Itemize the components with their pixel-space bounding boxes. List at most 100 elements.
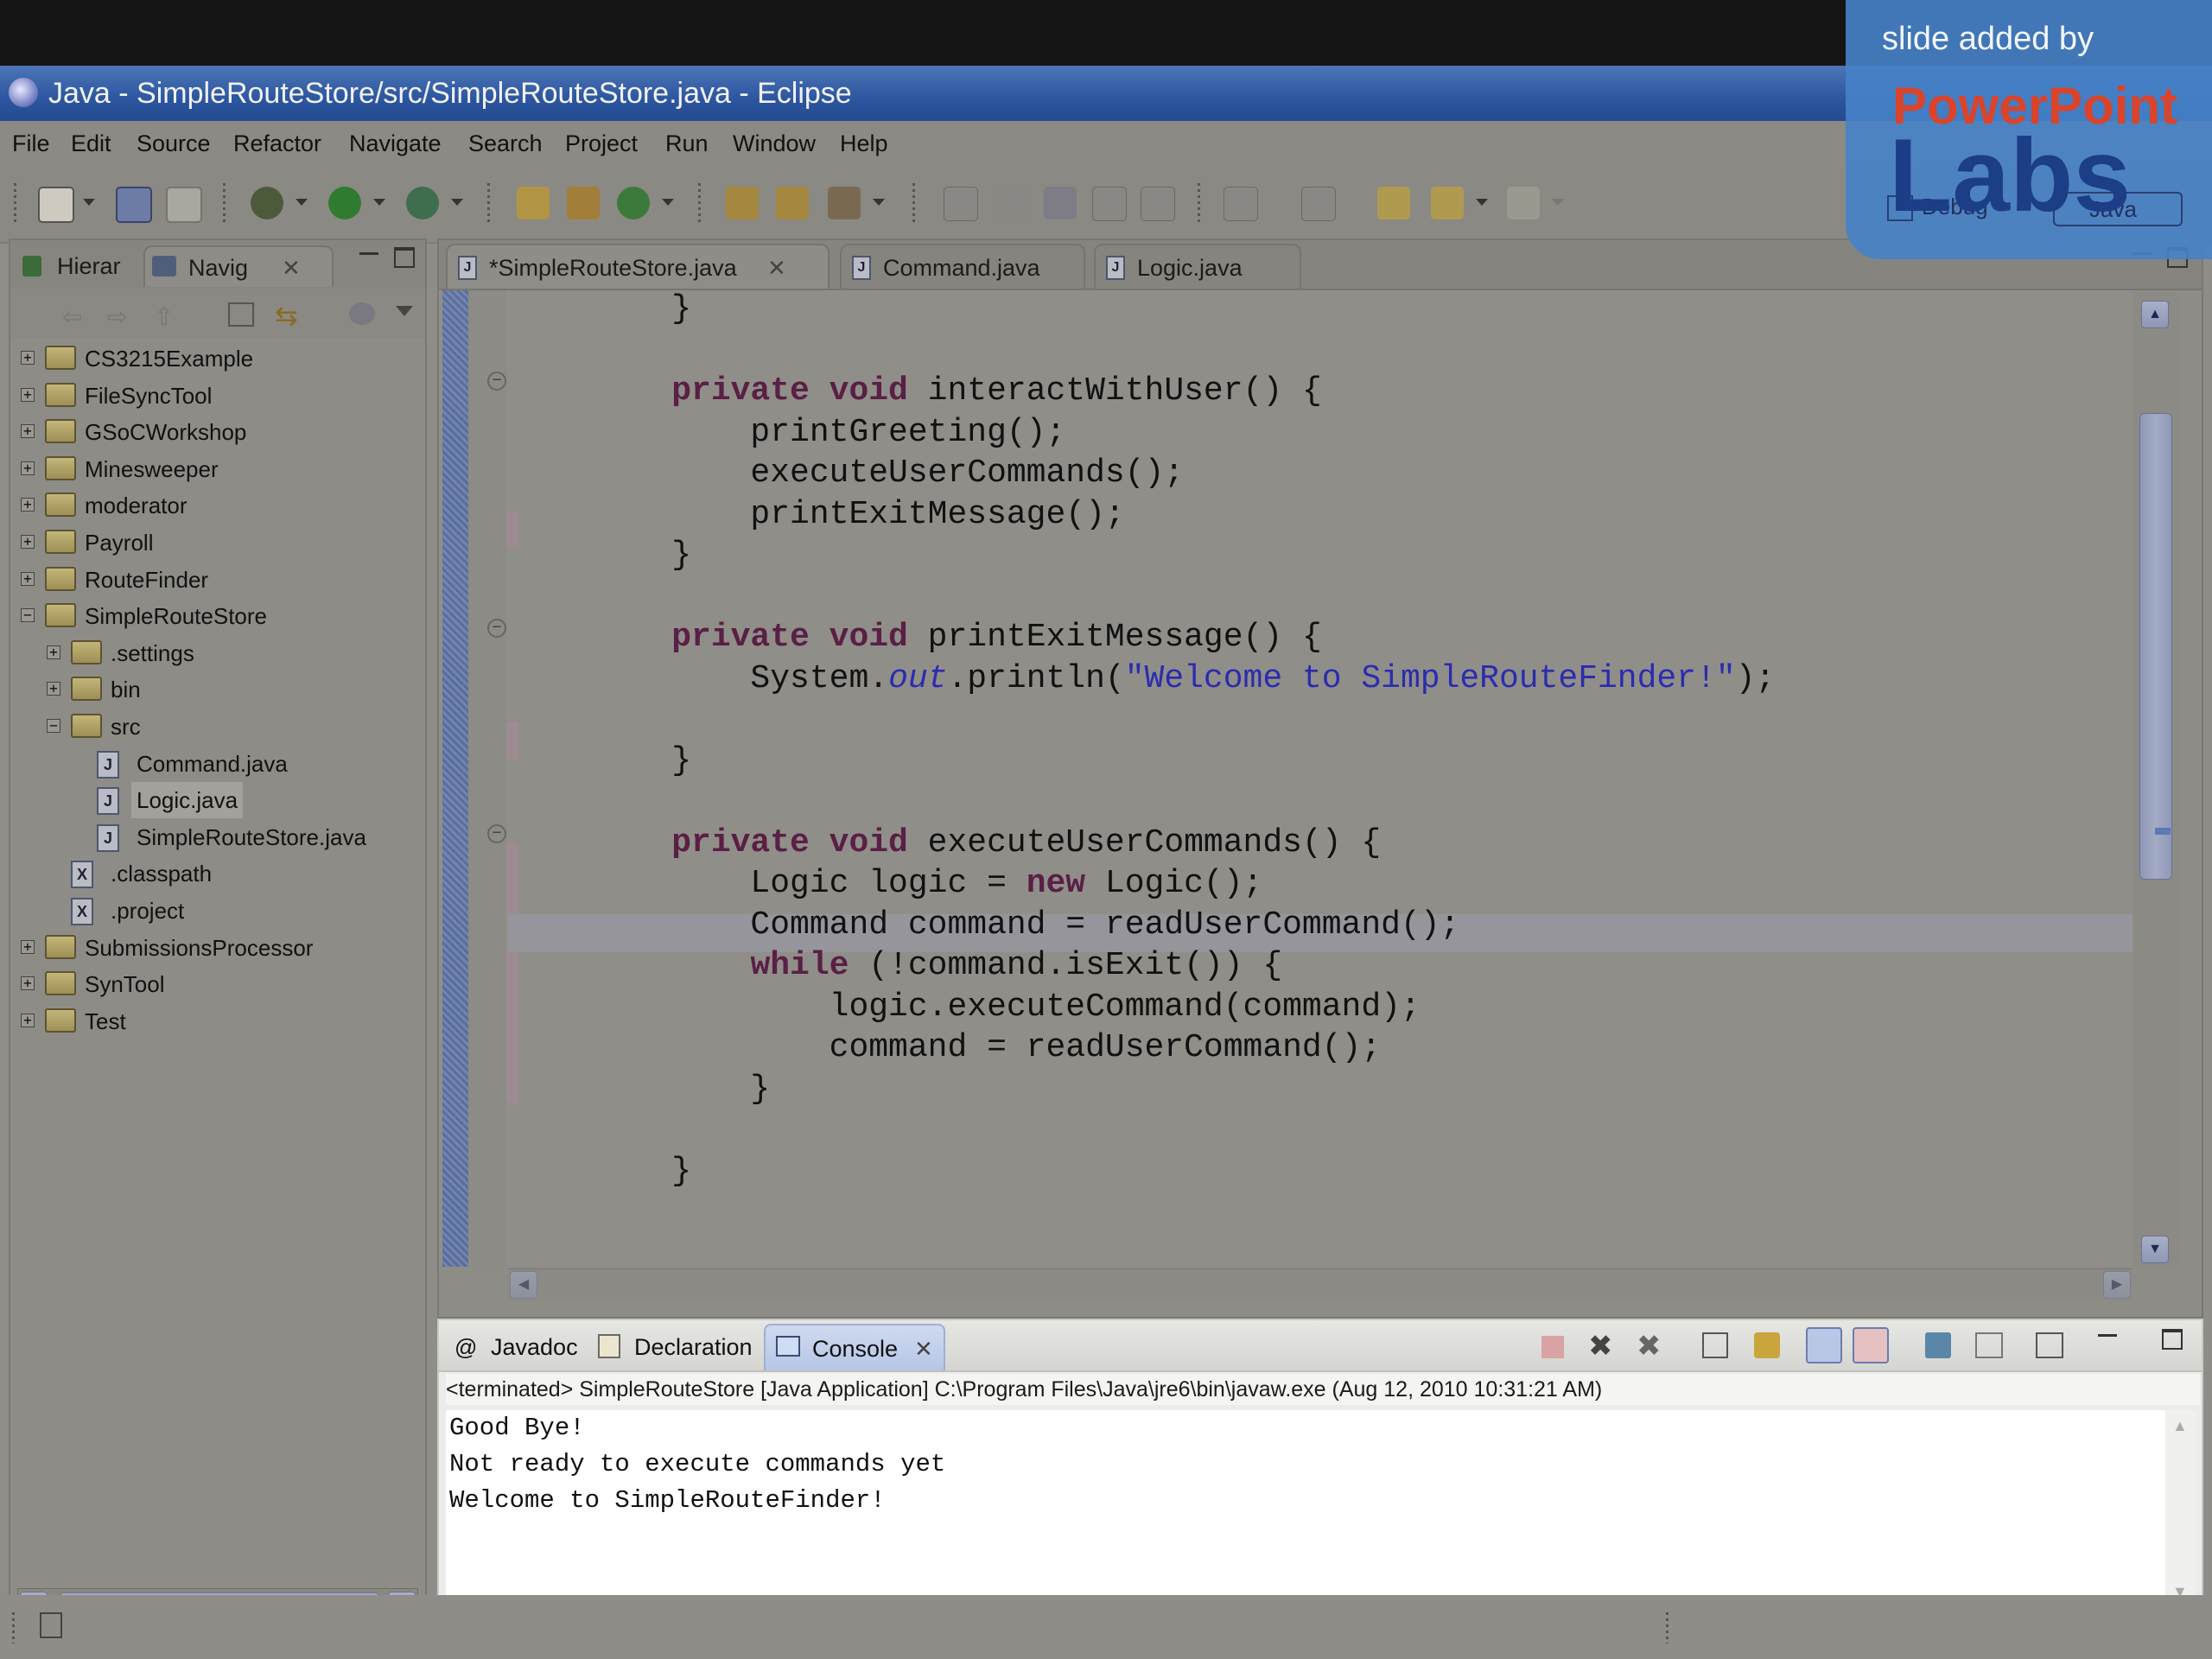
remove-all-terminated-icon[interactable]: ✖ (1637, 1329, 1662, 1363)
console-vertical-scrollbar[interactable]: ▲ ▼ (2165, 1410, 2196, 1609)
forward-icon[interactable]: ⇨ (107, 302, 127, 331)
scroll-up-icon[interactable]: ▲ (2172, 1417, 2188, 1435)
menu-navigate[interactable]: Navigate (349, 128, 442, 159)
debug-icon[interactable] (251, 187, 283, 219)
expand-icon[interactable]: + (21, 461, 35, 475)
tree-item[interactable]: J SimpleRouteStore.java (73, 819, 416, 855)
show-on-error-icon[interactable] (1853, 1327, 1889, 1363)
next-annotation-icon[interactable] (1224, 187, 1258, 221)
occurrences-icon[interactable] (1044, 187, 1077, 219)
external-tools-dropdown-arrow-icon[interactable] (451, 199, 463, 206)
expand-icon[interactable]: + (21, 1013, 35, 1027)
search-icon[interactable] (828, 187, 861, 219)
save-icon[interactable] (116, 187, 152, 223)
open-type-icon[interactable] (726, 187, 759, 219)
tab-declaration[interactable]: Declaration (591, 1324, 764, 1370)
view-menu-icon[interactable] (396, 306, 413, 316)
new-class-dropdown-arrow-icon[interactable] (662, 199, 674, 206)
tree-item[interactable]: + FileSyncTool (21, 378, 416, 414)
show-on-output-icon[interactable] (1806, 1327, 1842, 1363)
minimize-icon[interactable] (359, 252, 378, 255)
collapse-all-icon[interactable] (228, 302, 254, 327)
tree-item[interactable]: + GSoCWorkshop (21, 414, 416, 450)
maximize-icon[interactable] (2162, 1329, 2183, 1350)
terminate-icon[interactable] (1541, 1336, 1564, 1358)
menu-run[interactable]: Run (665, 128, 709, 159)
back-icon[interactable]: ⇦ (62, 302, 82, 331)
menu-refactor[interactable]: Refactor (233, 128, 321, 159)
editor-horizontal-scrollbar[interactable]: ◀ ▶ (508, 1268, 2133, 1300)
open-console-icon[interactable] (2036, 1332, 2063, 1358)
expand-icon[interactable]: + (21, 498, 35, 512)
debug-dropdown-arrow-icon[interactable] (296, 199, 308, 206)
remove-launch-icon[interactable]: ✖ (1588, 1329, 1613, 1363)
annotation-icon[interactable] (944, 187, 978, 221)
fold-icon[interactable]: − (487, 824, 506, 843)
external-tools-icon[interactable] (406, 187, 439, 219)
tab-navigator[interactable]: Navig ✕ (143, 245, 334, 287)
overview-marker[interactable] (2155, 828, 2171, 835)
pen-icon[interactable] (994, 187, 1027, 219)
tab-hierarchy[interactable]: Hierar (16, 245, 143, 287)
expand-icon[interactable]: + (21, 351, 35, 365)
fold-icon[interactable]: − (487, 619, 506, 638)
tree-item[interactable]: − SimpleRouteStore (21, 598, 416, 634)
tree-item[interactable]: + Test (21, 1003, 416, 1039)
collapse-icon[interactable]: − (47, 719, 60, 733)
run-dropdown-arrow-icon[interactable] (373, 199, 385, 206)
expand-icon[interactable]: + (21, 387, 35, 402)
close-icon[interactable]: ✕ (914, 1325, 933, 1372)
menu-source[interactable]: Source (137, 128, 211, 159)
tree-item[interactable]: + SynTool (21, 966, 416, 1002)
forward-dropdown-arrow-icon[interactable] (1552, 199, 1564, 206)
block-selection-icon[interactable] (1092, 187, 1127, 221)
menu-help[interactable]: Help (840, 128, 888, 159)
tree-item[interactable]: J Logic.java (73, 782, 416, 819)
print-icon[interactable] (166, 187, 202, 223)
tree-item[interactable]: + .settings (47, 635, 416, 671)
tab-javadoc[interactable]: @ Javadoc (449, 1324, 588, 1370)
scroll-lock-icon[interactable] (1754, 1332, 1780, 1358)
search-dropdown-arrow-icon[interactable] (873, 199, 885, 206)
new-dropdown-arrow-icon[interactable] (83, 199, 95, 206)
scroll-thumb[interactable] (2139, 413, 2172, 880)
back-icon[interactable] (1431, 187, 1464, 219)
expand-icon[interactable]: + (21, 571, 35, 586)
expand-icon[interactable]: + (21, 535, 35, 549)
new-java-project-icon[interactable] (517, 187, 550, 219)
tree-item[interactable]: J Command.java (73, 746, 416, 782)
forward-icon[interactable] (1507, 187, 1540, 219)
menu-search[interactable]: Search (468, 128, 543, 159)
expand-icon[interactable]: + (21, 424, 35, 439)
new-class-icon[interactable] (617, 187, 650, 219)
expand-icon[interactable]: + (21, 939, 35, 954)
scroll-up-icon[interactable]: ▲ (2141, 301, 2169, 328)
last-edit-icon[interactable] (1377, 187, 1410, 219)
tree-item[interactable]: + CS3215Example (21, 340, 416, 377)
link-with-editor-icon[interactable]: ⇆ (275, 299, 298, 332)
expand-icon[interactable]: + (47, 645, 60, 659)
menu-file[interactable]: File (12, 128, 50, 159)
up-icon[interactable]: ⇧ (154, 302, 174, 331)
pin-console-icon[interactable] (1925, 1332, 1951, 1358)
menu-edit[interactable]: Edit (71, 128, 111, 159)
tree-item[interactable]: + RouteFinder (21, 562, 416, 598)
fold-icon[interactable]: − (487, 372, 506, 391)
editor-vertical-scrollbar[interactable]: ▲ ▼ (2134, 292, 2177, 1268)
close-icon[interactable]: ✕ (282, 247, 301, 289)
tree-item[interactable]: X .project (47, 893, 416, 929)
tree-item[interactable]: − src (47, 709, 416, 745)
tree-item[interactable]: + SubmissionsProcessor (21, 930, 416, 966)
previous-annotation-icon[interactable] (1301, 187, 1336, 221)
scroll-right-icon[interactable]: ▶ (2103, 1271, 2131, 1299)
fast-view-icon[interactable] (40, 1612, 62, 1638)
tree-item[interactable]: + bin (47, 671, 416, 708)
tree-item[interactable]: + Payroll (21, 524, 416, 561)
tree-item[interactable]: X .classpath (47, 855, 416, 892)
tree-item[interactable]: + moderator (21, 487, 416, 524)
maximize-icon[interactable] (394, 247, 415, 268)
show-whitespace-icon[interactable] (1141, 187, 1175, 221)
tab-logic-java[interactable]: J Logic.java (1094, 244, 1301, 289)
run-icon[interactable] (328, 187, 361, 219)
console-output[interactable]: Good Bye! Not ready to execute commands … (446, 1410, 2165, 1609)
